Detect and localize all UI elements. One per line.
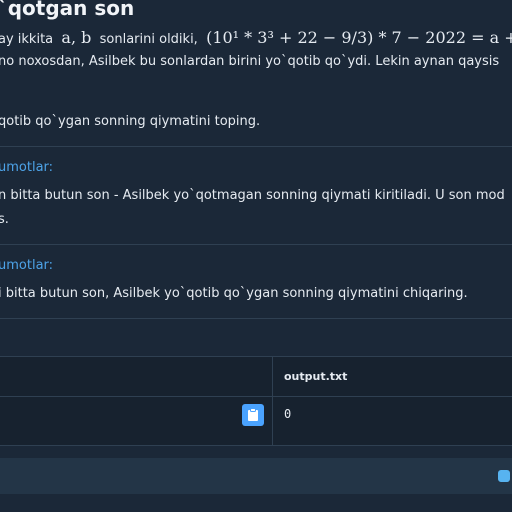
divider: [0, 318, 512, 319]
bottom-bar: [0, 458, 512, 494]
statement-prefix: ay ikkita: [0, 32, 54, 47]
output-section-title: umotlar:: [0, 258, 54, 273]
output-value: 0: [284, 407, 292, 421]
problem-title: o`qotgan son: [0, 0, 135, 20]
copy-button[interactable]: [242, 404, 264, 426]
input-section-title: umotlar:: [0, 160, 54, 175]
example-table: output.txt 0: [0, 356, 512, 446]
input-line-2: s.: [0, 212, 9, 227]
task-text: qotib qo`ygan sonning qiymatini toping.: [0, 114, 261, 129]
input-line-1: n bitta butun son - Asilbek yo`qotmagan …: [0, 188, 505, 203]
statement-vars: a, b: [61, 28, 92, 47]
divider: [0, 244, 512, 245]
clipboard-icon: [248, 408, 258, 421]
statement-line-1: ay ikkita a, b sonlarini oldiki, (10¹ * …: [0, 28, 512, 50]
statement-middle: sonlarini oldiki,: [99, 32, 198, 47]
statement-formula: (10¹ * 3³ + 22 − 9/3) * 7 − 2022 = a +: [206, 28, 512, 47]
chat-icon[interactable]: [498, 470, 510, 482]
output-header: output.txt: [284, 370, 348, 383]
output-line-1: i bitta butun son, Asilbek yo`qotib qo`y…: [0, 286, 468, 301]
statement-line-2: no noxosdan, Asilbek bu sonlardan birini…: [0, 54, 500, 69]
divider: [0, 146, 512, 147]
table-row-divider: [0, 396, 512, 397]
table-column-divider: [272, 357, 273, 445]
